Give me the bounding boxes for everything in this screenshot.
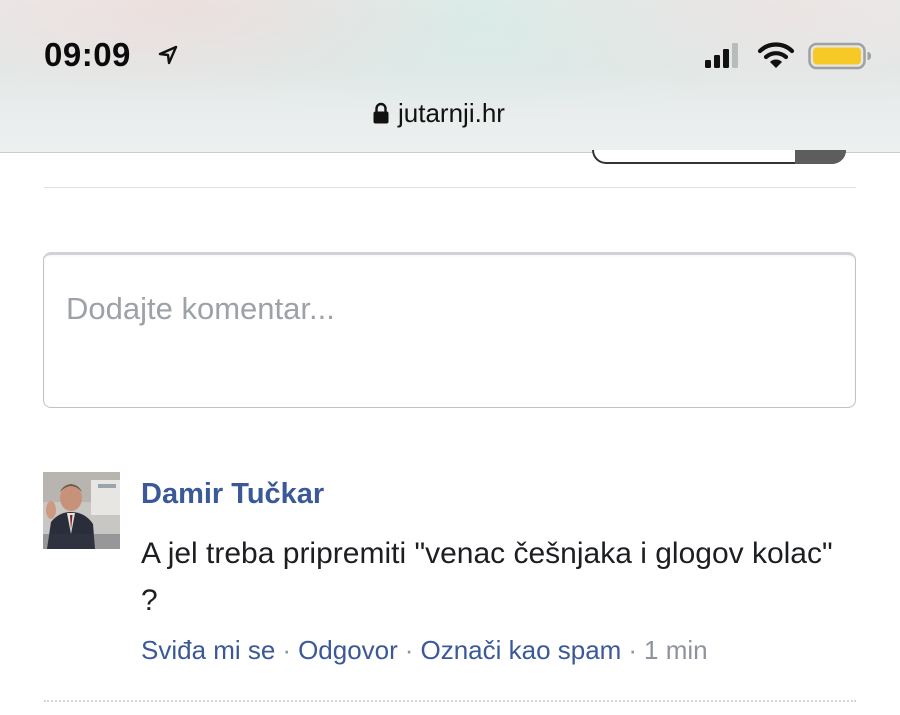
top-bar-tint: [0, 0, 900, 152]
action-separator: ·: [282, 635, 292, 665]
location-arrow-icon: [158, 45, 178, 65]
section-divider: [44, 187, 856, 188]
comment-author-link[interactable]: Damir Tučkar: [141, 478, 324, 511]
action-separator: ·: [404, 635, 414, 665]
comment-actions: Sviđa mi se · Odgovor · Označi kao spam · 1 mi…: [141, 635, 708, 666]
lock-icon: [373, 102, 389, 124]
wifi-icon: [757, 42, 795, 68]
comment-text: A jel treba pripremiti "venac češnjaka i…: [141, 537, 833, 617]
comment-divider: [44, 700, 856, 702]
battery-icon: [808, 42, 871, 70]
cellular-signal-icon: [705, 43, 738, 68]
browser-top-bar: 09:09 jutarnji.hr: [0, 0, 900, 153]
partial-sort-button-arrow: [795, 150, 846, 164]
status-time: 09:09: [44, 36, 131, 73]
comment-input-box[interactable]: [43, 252, 856, 408]
mark-spam-link[interactable]: Označi kao spam: [420, 635, 621, 665]
avatar[interactable]: [43, 472, 120, 549]
comment-timestamp: 1 min: [644, 635, 708, 665]
reply-link[interactable]: Odgovor: [298, 635, 398, 665]
like-link[interactable]: Sviđa mi se: [141, 635, 275, 665]
action-separator: ·: [628, 635, 638, 665]
avatar-photo: [43, 472, 120, 549]
comment-input[interactable]: [44, 255, 855, 407]
url-text[interactable]: jutarnji.hr: [398, 98, 505, 129]
